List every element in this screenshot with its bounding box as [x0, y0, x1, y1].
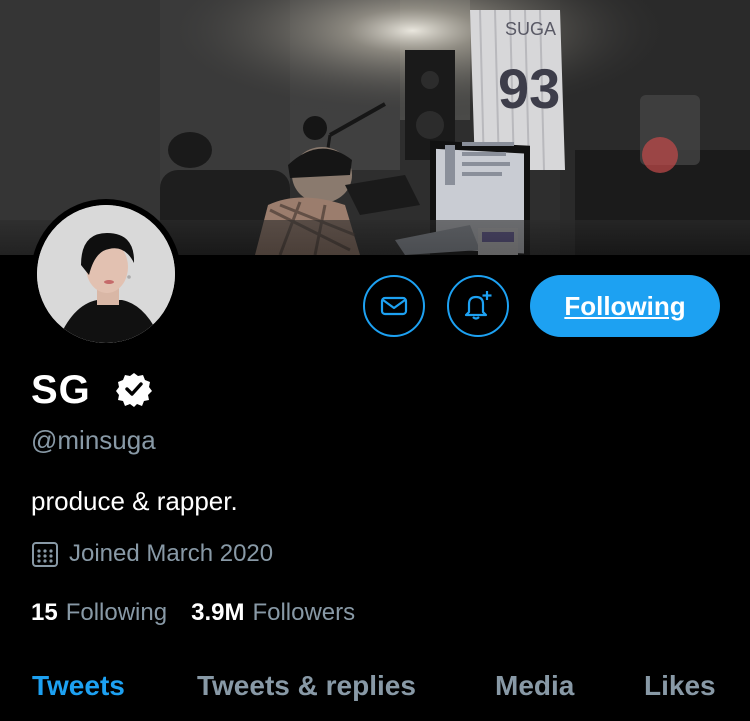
profile-bio: produce & rapper. [31, 486, 238, 516]
followers-count-link[interactable]: 3.9M Followers [191, 597, 355, 629]
notifications-button[interactable] [447, 275, 509, 337]
verified-badge-icon [116, 373, 152, 407]
jersey-number-text: 93 [498, 57, 560, 120]
profile-handle: @minsuga [31, 425, 156, 455]
following-count-link[interactable]: 15 Following [31, 597, 167, 629]
followers-label: Followers [252, 599, 356, 626]
jersey-name-text: SUGA [505, 19, 556, 39]
profile-stats: 15 Following 3.9M Followers [31, 597, 379, 629]
bell-plus-icon [464, 291, 492, 320]
following-button[interactable]: Following [530, 275, 720, 337]
display-name: SG [31, 368, 91, 412]
joined-text: Joined March 2020 [69, 540, 274, 567]
profile-avatar[interactable] [31, 199, 181, 349]
tab-tweets[interactable]: Tweets [32, 668, 125, 704]
calendar-icon [31, 540, 59, 568]
avatar-photo [37, 205, 175, 343]
tab-likes[interactable]: Likes [644, 668, 716, 704]
followers-count: 3.9M [191, 599, 245, 626]
tab-tweets-and-replies[interactable]: Tweets & replies [197, 668, 416, 704]
envelope-icon [380, 296, 408, 316]
following-count: 15 [31, 599, 58, 626]
following-label: Following [65, 599, 168, 626]
tab-media[interactable]: Media [495, 668, 574, 704]
joined-date: Joined March 2020 [31, 538, 273, 570]
message-button[interactable] [363, 275, 425, 337]
